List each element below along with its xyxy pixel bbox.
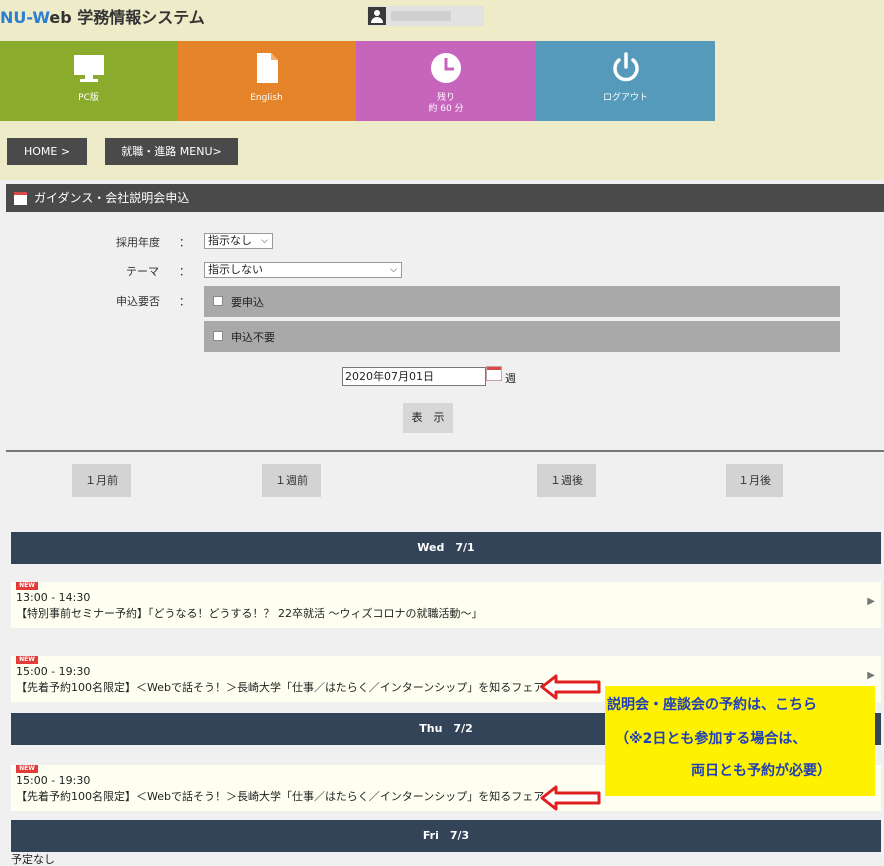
event-item[interactable]: NEW 13:00 - 14:30 【特別事前セミナー予約】「どうなる！どうする… — [11, 582, 881, 628]
logout-label: ログアウト — [602, 93, 648, 103]
show-button[interactable]: 表 示 — [403, 403, 453, 433]
chevron-down-icon: ⌵ — [390, 265, 397, 275]
logout-tile[interactable]: ログアウト — [536, 41, 715, 121]
remaining-time-tile: 残り 約 60 分 — [356, 41, 536, 121]
annotation-arrow-icon — [540, 785, 601, 811]
option-not-required[interactable]: 申込不要 — [204, 321, 840, 352]
section-header: ガイダンス・会社説明会申込 — [6, 184, 884, 212]
clock-icon — [431, 53, 461, 83]
event-time: 15:00 - 19:30 — [16, 665, 91, 678]
theme-select-value: 指示しない — [208, 263, 263, 276]
not-required-label: 申込不要 — [231, 331, 275, 344]
event-time: 15:00 - 19:30 — [16, 774, 91, 787]
new-badge: NEW — [16, 656, 38, 664]
section-title: ガイダンス・会社説明会申込 — [34, 191, 190, 205]
theme-colon: ： — [179, 265, 190, 278]
pc-version-tile[interactable]: PC版 — [0, 41, 177, 121]
user-info — [367, 6, 484, 26]
power-icon — [612, 52, 639, 82]
next-week-button[interactable]: １週後 — [537, 464, 596, 497]
year-select[interactable]: 指示なし ⌵ — [204, 233, 273, 249]
chevron-right-icon: ▶ — [867, 596, 875, 607]
apply-label: 申込要否 — [116, 295, 160, 308]
year-colon: ： — [179, 236, 190, 249]
user-name-redacted — [391, 11, 451, 21]
prev-month-button[interactable]: １月前 — [72, 464, 131, 497]
english-label: English — [250, 93, 283, 103]
app-logo: NU-Web 学務情報システム — [0, 8, 205, 27]
day-header-wed: Wed 7/1 — [11, 532, 881, 564]
pc-version-label: PC版 — [78, 93, 99, 103]
document-icon — [256, 53, 278, 83]
annotation-note: 説明会・座談会の予約は、こちら （※2日とも参加する場合は、 両日とも予約が必要… — [605, 686, 875, 796]
week-label: 週 — [505, 372, 516, 385]
event-time: 13:00 - 14:30 — [16, 591, 91, 604]
annotation-line-3: 両日とも予約が必要） — [691, 763, 831, 779]
required-checkbox[interactable] — [213, 296, 223, 306]
prev-week-button[interactable]: １週前 — [262, 464, 321, 497]
year-select-value: 指示なし — [208, 234, 252, 247]
calendar-icon — [14, 192, 27, 205]
calendar-picker-icon[interactable] — [486, 366, 502, 381]
home-button[interactable]: HOME > — [7, 138, 87, 165]
year-label: 採用年度 — [116, 236, 160, 249]
user-icon — [368, 7, 386, 25]
next-month-button[interactable]: １月後 — [726, 464, 783, 497]
english-tile[interactable]: English — [177, 41, 356, 121]
monitor-icon — [73, 55, 104, 82]
required-label: 要申込 — [231, 296, 264, 309]
annotation-arrow-icon — [540, 674, 601, 700]
top-banner: NU-Web 学務情報システム PC版 English 残り 約 60 分 ログ… — [0, 0, 884, 180]
new-badge: NEW — [16, 582, 38, 590]
theme-label: テーマ — [126, 265, 159, 278]
remaining-label: 残り — [436, 93, 455, 103]
no-events-text: 予定なし — [11, 853, 55, 866]
remaining-minutes: 約 60 分 — [428, 104, 464, 114]
annotation-line-2: （※2日とも参加する場合は、 — [615, 731, 807, 747]
new-badge: NEW — [16, 765, 38, 773]
event-title: 【先着予約100名限定】＜Webで話そう！＞長崎大学「仕事／はたらく／インターン… — [16, 681, 545, 694]
not-required-checkbox[interactable] — [213, 331, 223, 341]
theme-select[interactable]: 指示しない ⌵ — [204, 262, 402, 278]
event-title: 【先着予約100名限定】＜Webで話そう！＞長崎大学「仕事／はたらく／インターン… — [16, 790, 545, 803]
annotation-line-1: 説明会・座談会の予約は、こちら — [607, 697, 817, 713]
apply-colon: ： — [179, 295, 190, 308]
date-input[interactable]: 2020年07月01日 — [342, 367, 486, 386]
option-required[interactable]: 要申込 — [204, 286, 840, 317]
chevron-right-icon: ▶ — [867, 670, 875, 681]
career-menu-button[interactable]: 就職・進路 MENU> — [105, 138, 238, 165]
divider — [6, 450, 884, 452]
event-title: 【特別事前セミナー予約】「どうなる！どうする！？ 22卒就活 ～ウィズコロナの就… — [16, 607, 483, 620]
day-header-fri: Fri 7/3 — [11, 820, 881, 852]
chevron-down-icon: ⌵ — [261, 236, 268, 246]
